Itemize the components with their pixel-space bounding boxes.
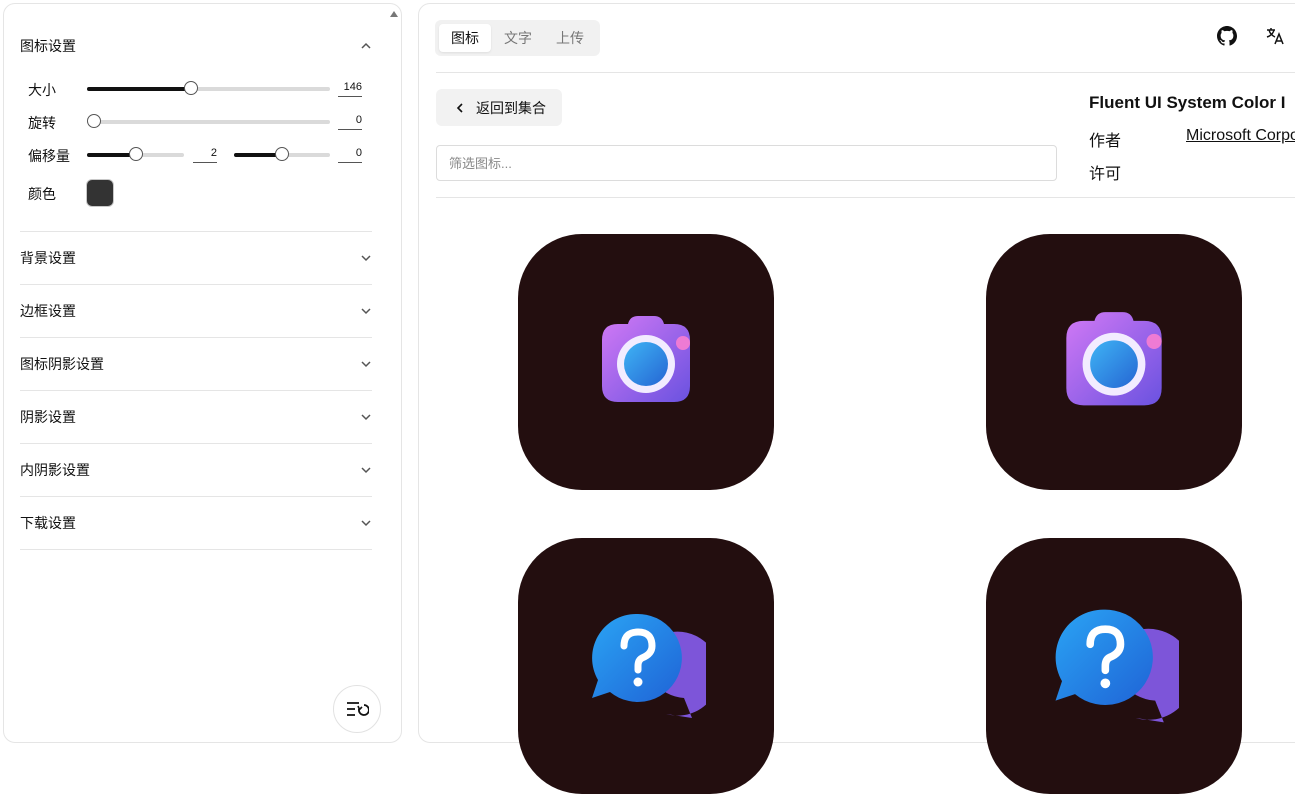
license-label: 许可 (1089, 166, 1122, 183)
scroll-up-arrow[interactable] (390, 11, 398, 17)
color-label: 颜色 (28, 186, 56, 202)
question-chat-icon (1055, 609, 1179, 723)
divider (20, 284, 372, 285)
mode-tabs: 图标 文字 上传 (435, 20, 600, 56)
chevron-down-icon (361, 414, 371, 421)
collection-title: Fluent UI System Color I (1089, 93, 1286, 112)
offset-y-slider-thumb[interactable] (275, 147, 289, 161)
divider (20, 496, 372, 497)
chevron-left-icon (456, 102, 463, 113)
rotate-value[interactable]: 0 (338, 113, 362, 130)
section-1[interactable]: 背景设置 (20, 246, 372, 270)
chevron-up-icon (361, 42, 371, 49)
author-link[interactable]: Microsoft Corpo (1186, 127, 1295, 145)
size-label: 大小 (28, 82, 56, 98)
section-title: 边框设置 (20, 303, 76, 319)
section-2[interactable]: 边框设置 (20, 299, 372, 323)
camera-icon (602, 316, 690, 402)
back-button-label: 返回到集合 (476, 99, 546, 116)
color-swatch[interactable] (86, 179, 114, 207)
back-to-collection-button[interactable]: 返回到集合 (436, 89, 562, 126)
divider (20, 390, 372, 391)
rotate-slider[interactable] (87, 114, 330, 128)
divider (20, 231, 372, 232)
size-slider[interactable] (87, 81, 330, 95)
tab-upload[interactable]: 上传 (544, 24, 596, 52)
section-icon-settings[interactable]: 图标设置 (20, 34, 372, 58)
chevron-down-icon (361, 467, 371, 474)
offset-y-slider[interactable] (234, 147, 330, 161)
offset-y-value[interactable]: 0 (338, 146, 362, 163)
size-value[interactable]: 146 (338, 80, 362, 97)
chevron-down-icon (361, 255, 371, 262)
section-5[interactable]: 内阴影设置 (20, 458, 372, 482)
chevron-down-icon (361, 308, 371, 315)
chevron-down-icon (361, 520, 371, 527)
filter-icons-input[interactable] (436, 145, 1057, 181)
tab-text[interactable]: 文字 (492, 24, 544, 52)
section-6[interactable]: 下载设置 (20, 511, 372, 535)
icon-tile[interactable] (986, 234, 1242, 490)
question-chat-icon (592, 613, 706, 718)
section-title: 图标设置 (20, 38, 76, 54)
author-label: 作者 (1089, 133, 1122, 150)
content-divider (436, 197, 1295, 198)
section-3[interactable]: 图标阴影设置 (20, 352, 372, 376)
offset-x-slider[interactable] (87, 147, 184, 161)
tab-icon[interactable]: 图标 (439, 24, 491, 52)
camera-icon (1066, 312, 1162, 406)
header-divider (436, 72, 1295, 73)
icon-tile[interactable] (986, 538, 1242, 794)
divider (20, 549, 372, 550)
icon-tile[interactable] (518, 538, 774, 794)
offset-x-slider-thumb[interactable] (128, 147, 143, 161)
section-title: 内阴影设置 (20, 462, 90, 478)
section-title: 图标阴影设置 (20, 356, 104, 372)
rotate-label: 旋转 (28, 115, 56, 131)
section-4[interactable]: 阴影设置 (20, 405, 372, 429)
github-icon[interactable] (1217, 26, 1237, 46)
section-title: 背景设置 (20, 250, 76, 266)
chevron-down-icon (361, 361, 371, 368)
reset-settings-button[interactable] (333, 685, 381, 733)
size-slider-fill (87, 87, 192, 91)
offset-x-value[interactable]: 2 (193, 146, 217, 163)
offset-label: 偏移量 (28, 148, 70, 164)
icon-tile[interactable] (518, 234, 774, 490)
section-title: 下载设置 (20, 515, 76, 531)
translate-icon[interactable] (1265, 26, 1285, 46)
reset-list-icon (347, 702, 369, 716)
divider (20, 337, 372, 338)
divider (20, 443, 372, 444)
rotate-slider-thumb[interactable] (87, 114, 101, 128)
section-title: 阴影设置 (20, 409, 76, 425)
